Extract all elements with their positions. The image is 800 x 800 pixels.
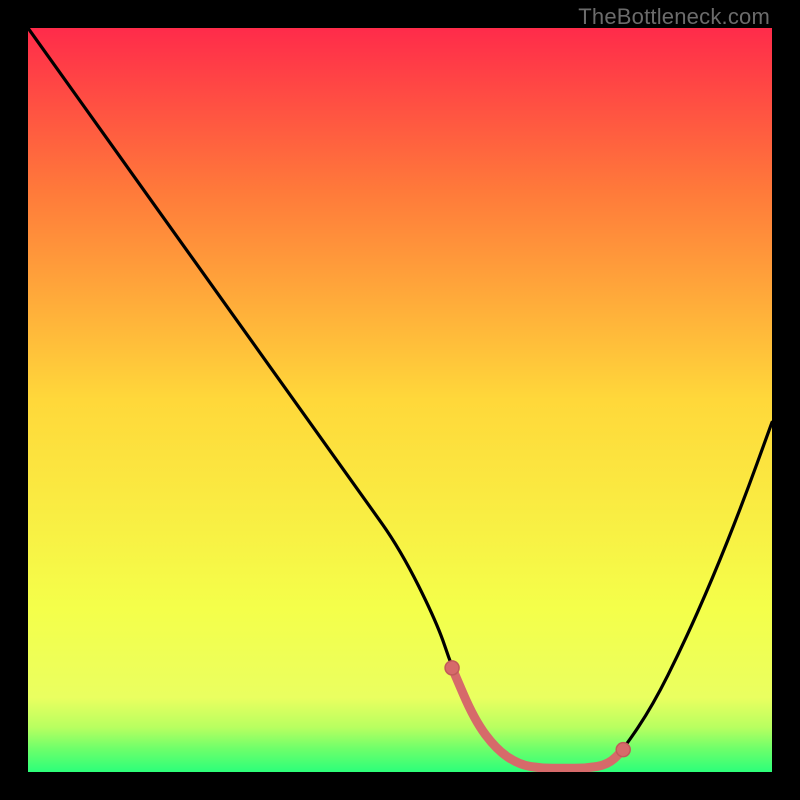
- bottleneck-chart: [28, 28, 772, 772]
- chart-frame: [28, 28, 772, 772]
- optimal-marker: [445, 661, 459, 675]
- optimal-marker: [616, 743, 630, 757]
- gradient-background: [28, 28, 772, 772]
- watermark-text: TheBottleneck.com: [578, 4, 770, 30]
